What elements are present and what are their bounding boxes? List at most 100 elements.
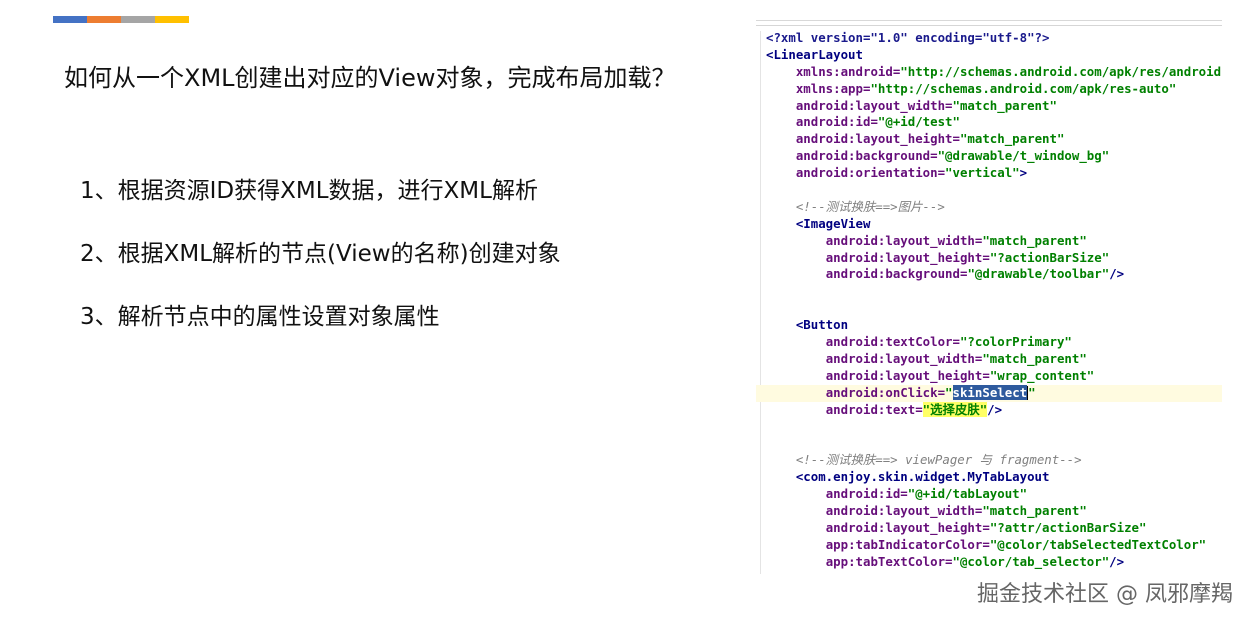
code-token: skinSelect [952,384,1028,400]
bullet-point: 3、解析节点中的属性设置对象属性 [80,304,440,330]
code-token: android:text= [825,401,923,417]
code-line: <!--测试换肤==> viewPager 与 fragment--> [766,452,1222,469]
code-token: "wrap_content" [989,367,1095,383]
code-token: "match_parent" [959,131,1065,147]
code-token: xmlns:android= [795,63,901,79]
code-line: xmlns:app="http://schemas.android.com/ap… [766,81,1222,98]
code-line: android:layout_width="match_parent" [766,351,1222,368]
slide-title: 如何从一个XML创建出对应的View对象，完成布局加载？ [64,64,676,92]
code-token: "?attr/actionBarSize" [989,519,1147,535]
code-token: " [945,384,953,400]
accent-swatch-blue [53,16,87,23]
code-token: android:id= [825,486,908,502]
code-token: <!--测试换肤==>图片--> [795,198,945,214]
code-line: <!--测试换肤==>图片--> [766,199,1222,216]
code-token: android:onClick= [825,384,946,400]
code-line: android:onClick="skinSelect" [756,384,1222,402]
code-line: android:layout_height="wrap_content" [766,368,1222,385]
code-line: <ImageView [766,216,1222,233]
code-line: <com.enjoy.skin.widget.MyTabLayout [766,469,1222,486]
code-token: android:layout_height= [795,131,960,147]
code-token: "match_parent" [982,502,1087,518]
code-token: "@drawable/toolbar" [967,266,1110,282]
code-token: /> [1109,553,1125,569]
code-line: app:tabIndicatorColor="@color/tabSelecte… [766,537,1222,554]
accent-swatch-orange [87,16,121,23]
watermark: 掘金技术社区 @ 凤邪摩羯 [977,582,1233,607]
code-token: android:id= [795,114,878,130]
editor-gutter-line [760,31,761,574]
code-line: android:text="选择皮肤"/> [766,401,1222,419]
code-token: "@color/tabSelectedTextColor" [989,536,1207,552]
code-token: <?xml version="1.0" encoding="utf-8"?> [766,30,1050,45]
code-token: android:layout_width= [825,502,983,518]
code-token: "@drawable/t_window_bg" [937,148,1110,164]
code-token: app:tabIndicatorColor= [825,536,990,552]
code-line: android:layout_width="match_parent" [766,503,1222,520]
code-token: android:background= [795,148,938,164]
code-token: xmlns:app= [795,80,871,96]
code-token: android:layout_height= [825,367,990,383]
code-token: <com.enjoy.skin.widget.MyTabLayout [795,469,1050,485]
code-line: app:tabTextColor="@color/tab_selector"/> [766,554,1222,571]
code-line: android:layout_height="?actionBarSize" [766,250,1222,267]
code-token: "@color/tab_selector" [952,553,1110,569]
code-token: "?colorPrimary" [959,334,1072,350]
code-token: android:layout_width= [825,350,983,366]
code-line: android:layout_height="match_parent" [766,131,1222,148]
code-token: android:layout_height= [825,249,990,265]
code-line: <Button [766,317,1222,334]
code-token: android:textColor= [825,334,960,350]
code-token: /> [987,401,1003,417]
code-token: android:layout_width= [795,97,953,113]
code-token: "?actionBarSize" [989,249,1110,265]
code-token: android:layout_height= [825,519,990,535]
code-line: android:layout_width="match_parent" [766,98,1222,115]
code-line: android:textColor="?colorPrimary" [766,334,1222,351]
code-line: android:background="@drawable/t_window_b… [766,148,1222,165]
code-block: <?xml version="1.0" encoding="utf-8"?> <L… [756,30,1222,571]
bullet-point: 1、根据资源ID获得XML数据，进行XML解析 [80,178,538,204]
code-token: <ImageView [795,215,871,231]
code-token: android:background= [825,266,968,282]
bullet-point: 2、根据XML解析的节点(View的名称)创建对象 [80,241,561,267]
code-token: "@+id/tabLayout" [907,486,1028,502]
code-token: > [1019,165,1028,181]
code-line: android:id="@+id/test" [766,114,1222,131]
code-token: <!--测试换肤==> viewPager 与 fragment--> [795,452,1082,468]
code-token: <LinearLayout [766,46,863,62]
code-token: "http://schemas.android.com/apk/res/andr… [900,63,1222,79]
code-token: "选择皮肤" [922,401,988,417]
accent-color-bar [53,16,189,23]
bullet-points: 1、根据资源ID获得XML数据，进行XML解析 2、根据XML解析的节点(Vie… [80,176,561,365]
code-token: "match_parent" [982,232,1087,248]
editor-top-divider [756,25,1222,26]
